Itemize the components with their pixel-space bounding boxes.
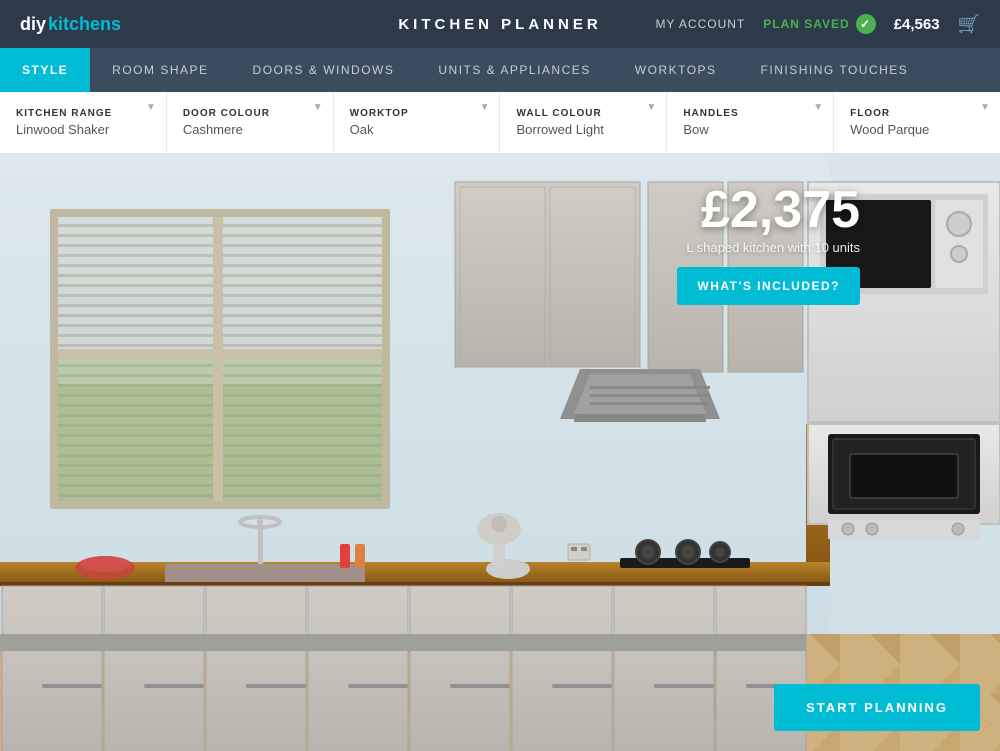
wall-colour-option[interactable]: WALL COLOUR Borrowed Light ▼ — [500, 92, 667, 153]
kitchen-scene: £2,375 L shaped kitchen with 10 units WH… — [0, 154, 1000, 751]
floor-option[interactable]: FLOOR Wood Parque ▼ — [834, 92, 1000, 153]
logo-kitchens: kitchens — [48, 14, 121, 35]
door-colour-option[interactable]: DOOR COLOUR Cashmere ▼ — [167, 92, 334, 153]
kitchen-preview: £2,375 L shaped kitchen with 10 units WH… — [0, 154, 1000, 751]
nav-item-units-appliances[interactable]: UNITS & APPLIANCES — [416, 48, 612, 92]
handles-value: Bow — [683, 122, 817, 137]
handles-option[interactable]: HANDLES Bow ▼ — [667, 92, 834, 153]
kitchen-description: L shaped kitchen with 10 units — [677, 240, 860, 255]
my-account-link[interactable]: MY ACCOUNT — [655, 17, 745, 31]
total-price: £4,563 — [894, 16, 940, 33]
door-colour-value: Cashmere — [183, 122, 317, 137]
door-colour-label: DOOR COLOUR — [183, 108, 317, 119]
kitchen-range-arrow-icon: ▼ — [146, 102, 156, 113]
worktop-arrow-icon: ▼ — [480, 102, 490, 113]
kitchen-range-value: Linwood Shaker — [16, 122, 150, 137]
plan-saved-label: PLAN SAVED — [763, 17, 849, 31]
floor-arrow-icon: ▼ — [980, 102, 990, 113]
app-title: KITCHEN PLANNER — [398, 16, 601, 33]
style-options-bar: KITCHEN RANGE Linwood Shaker ▼ DOOR COLO… — [0, 92, 1000, 154]
worktop-value: Oak — [350, 122, 484, 137]
wall-colour-label: WALL COLOUR — [516, 108, 650, 119]
price-overlay: £2,375 L shaped kitchen with 10 units WH… — [677, 184, 860, 305]
logo[interactable]: diy kitchens — [20, 14, 121, 35]
kitchen-price: £2,375 — [677, 184, 860, 236]
nav-item-style[interactable]: STYLE — [0, 48, 90, 92]
nav-item-doors-windows[interactable]: DOORS & WINDOWS — [231, 48, 417, 92]
logo-diy: diy — [20, 14, 46, 35]
plan-saved-status: PLAN SAVED ✓ — [763, 14, 875, 34]
secondary-navigation: STYLE ROOM SHAPE DOORS & WINDOWS UNITS &… — [0, 48, 1000, 92]
nav-item-finishing-touches[interactable]: FINISHING TOUCHES — [739, 48, 931, 92]
cart-icon[interactable]: 🛒 — [958, 14, 980, 35]
top-navigation: diy kitchens KITCHEN PLANNER MY ACCOUNT … — [0, 0, 1000, 48]
floor-value: Wood Parque — [850, 122, 984, 137]
kitchen-range-option[interactable]: KITCHEN RANGE Linwood Shaker ▼ — [0, 92, 167, 153]
worktop-label: WORKTOP — [350, 108, 484, 119]
worktop-option[interactable]: WORKTOP Oak ▼ — [334, 92, 501, 153]
wall-colour-arrow-icon: ▼ — [646, 102, 656, 113]
floor-label: FLOOR — [850, 108, 984, 119]
nav-item-room-shape[interactable]: ROOM SHAPE — [90, 48, 230, 92]
start-planning-button[interactable]: START PLANNING — [774, 684, 980, 731]
handles-label: HANDLES — [683, 108, 817, 119]
handles-arrow-icon: ▼ — [813, 102, 823, 113]
kitchen-range-label: KITCHEN RANGE — [16, 108, 150, 119]
check-icon: ✓ — [856, 14, 876, 34]
wall-colour-value: Borrowed Light — [516, 122, 650, 137]
nav-item-worktops[interactable]: WORKTOPS — [613, 48, 739, 92]
top-nav-right: MY ACCOUNT PLAN SAVED ✓ £4,563 🛒 — [655, 14, 980, 35]
whats-included-button[interactable]: WHAT'S INCLUDED? — [677, 267, 860, 305]
door-colour-arrow-icon: ▼ — [313, 102, 323, 113]
